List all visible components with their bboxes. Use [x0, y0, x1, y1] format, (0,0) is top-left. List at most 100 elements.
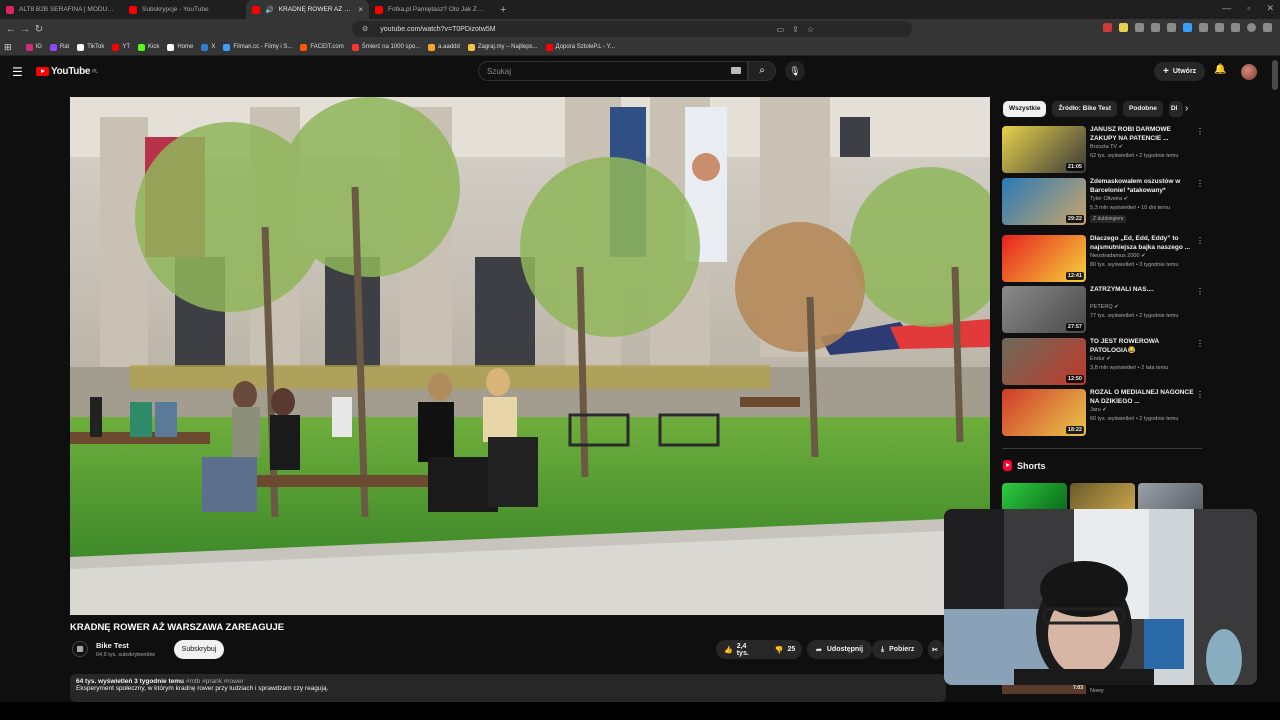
chip-all[interactable]: Wszystkie: [1003, 101, 1047, 117]
description-box[interactable]: 64 tys. wyświetleń 3 tygodnie temu #mtb …: [70, 674, 946, 702]
recommended-video[interactable]: 27:57 ZATRZYMALI NAS.... PETERQ ✔ 77 tys. w…: [1002, 286, 1204, 334]
minimize-icon[interactable]: —: [1222, 3, 1231, 14]
bookmark-item[interactable]: Filman.cc - Filmy i S...: [223, 43, 292, 51]
new-tab-icon[interactable]: +: [492, 4, 514, 16]
close-window-icon[interactable]: ✕: [1266, 3, 1274, 14]
recommended-channel[interactable]: Tyler Oliveira ✔: [1090, 196, 1128, 202]
short-thumbnail[interactable]: [1070, 483, 1135, 511]
chip-source[interactable]: Źródło: Bike Test: [1052, 101, 1118, 117]
more-actions-icon[interactable]: ⋮: [1196, 236, 1204, 245]
recommended-channel[interactable]: Neostradamus 2000 ✔: [1090, 253, 1146, 259]
extension-icon[interactable]: [1135, 23, 1144, 32]
dislike-button[interactable]: 👎 25: [767, 640, 804, 659]
more-actions-icon[interactable]: ⋮: [1196, 390, 1204, 399]
search-button[interactable]: ⌕: [748, 61, 776, 81]
sidebar-panel-icon[interactable]: [1215, 23, 1224, 32]
video-player[interactable]: [70, 97, 990, 615]
browser-tab-active[interactable]: 🔊 KRADNĘ ROWER AŻ WARSZA ×: [246, 0, 369, 19]
more-actions-icon[interactable]: ⋮: [1196, 287, 1204, 296]
guide-menu-icon[interactable]: ☰: [12, 65, 23, 79]
bookmark-item[interactable]: YT: [112, 43, 130, 51]
bookmark-item[interactable]: FACEIT.com: [300, 43, 344, 51]
bookmark-item[interactable]: Home: [167, 43, 193, 51]
bookmark-item[interactable]: IG: [25, 43, 42, 51]
video-thumbnail[interactable]: 27:57: [1002, 286, 1086, 333]
chip-similar[interactable]: Podobne: [1123, 101, 1163, 117]
more-actions-icon[interactable]: ⋮: [1196, 339, 1204, 348]
short-thumbnail[interactable]: [1002, 483, 1067, 511]
recommended-title[interactable]: Dlaczego „Ed, Edd, Eddy” to najsmutniejs…: [1090, 235, 1194, 252]
more-actions-icon[interactable]: ⋮: [1196, 127, 1204, 136]
like-button[interactable]: 👍 2,4 tys.: [716, 640, 757, 659]
bookmark-item[interactable]: TikTok: [77, 43, 104, 51]
recommended-title[interactable]: JANUSZ ROBI DARMOWE ZAKUPY NA PATENCIE .…: [1090, 126, 1194, 143]
recommended-title[interactable]: RÓŻAL O MEDIALNEJ NAGONCE NA DZIKIEGO ..…: [1090, 389, 1194, 406]
page-scrollbar[interactable]: [1272, 60, 1278, 700]
share-icon[interactable]: ⇪: [792, 25, 799, 34]
video-thumbnail[interactable]: 29:22: [1002, 178, 1086, 225]
voice-search-button[interactable]: 🎙: [785, 61, 805, 81]
extension-icon[interactable]: [1151, 23, 1160, 32]
more-actions-icon[interactable]: ⋮: [1196, 179, 1204, 188]
recommended-video[interactable]: 12:41 Dlaczego „Ed, Edd, Eddy” to najsmut…: [1002, 235, 1204, 283]
extension-icon[interactable]: [1167, 23, 1176, 32]
short-thumbnail[interactable]: [1138, 483, 1203, 511]
bookmark-item[interactable]: Zagraj.my – Najlleps...: [467, 43, 538, 51]
site-info-icon[interactable]: ⚙: [362, 25, 368, 33]
close-tab-icon[interactable]: ×: [358, 5, 363, 14]
extension-icon[interactable]: [1103, 23, 1112, 32]
apps-grid-icon[interactable]: ⊞: [4, 42, 12, 53]
recommended-video[interactable]: 18:22 RÓŻAL O MEDIALNEJ NAGONCE NA DZIKIE…: [1002, 389, 1204, 437]
bookmark-item[interactable]: Rat: [49, 43, 69, 51]
recommended-channel[interactable]: Endur ✔: [1090, 356, 1111, 362]
channel-avatar[interactable]: ▦: [72, 641, 88, 657]
recommended-title[interactable]: Zdemaskowałem oszustów w Barcelonie! *at…: [1090, 178, 1194, 195]
maximize-icon[interactable]: ▫: [1247, 3, 1250, 14]
extension-icon[interactable]: [1119, 23, 1128, 32]
video-thumbnail[interactable]: 18:22: [1002, 389, 1086, 436]
recommended-video[interactable]: 12:50 TO JEST ROWEROWA PATOLOGIA😂 Endur ✔ 3…: [1002, 338, 1204, 386]
extension-icon[interactable]: [1199, 23, 1208, 32]
recommended-channel[interactable]: PETERQ ✔: [1090, 304, 1119, 310]
video-thumbnail[interactable]: 12:41: [1002, 235, 1086, 282]
recommended-video[interactable]: 21:05 JANUSZ ROBI DARMOWE ZAKUPY NA PATEN…: [1002, 126, 1204, 174]
bookmark-item[interactable]: Kick: [138, 43, 159, 51]
chip-more[interactable]: Dl: [1168, 101, 1183, 117]
back-icon[interactable]: ←: [4, 24, 18, 35]
recommended-channel[interactable]: Brzozta TV ✔: [1090, 144, 1123, 150]
create-button[interactable]: + Utwórz: [1154, 62, 1206, 81]
channel-name[interactable]: Bike Test: [96, 641, 129, 650]
extension-icon[interactable]: [1183, 23, 1192, 32]
reload-icon[interactable]: ↻: [32, 24, 46, 35]
browser-tab[interactable]: ALT8 B2B SERAFINA | MODUŁ AR: [0, 0, 123, 19]
install-app-icon[interactable]: ▭: [777, 25, 785, 34]
scrollbar-thumb[interactable]: [1272, 60, 1278, 90]
search-input[interactable]: Szukaj: [478, 61, 748, 81]
keyboard-icon[interactable]: [731, 67, 741, 74]
youtube-logo[interactable]: YouTube PL: [36, 66, 98, 77]
hashtags[interactable]: #mtb #prank #rower: [186, 678, 244, 685]
subscribe-button[interactable]: Subskrybuj: [174, 640, 224, 659]
account-avatar[interactable]: [1241, 64, 1257, 80]
recommended-channel[interactable]: Jaru ✔: [1090, 407, 1107, 413]
browser-tab[interactable]: Fotka.pl Pamiętasz? Oto Jak Zarobił: [369, 0, 492, 19]
short-video-thumbnail[interactable]: 7:03: [1002, 684, 1086, 694]
video-thumbnail[interactable]: 12:50: [1002, 338, 1086, 385]
video-thumbnail[interactable]: 21:05: [1002, 126, 1086, 173]
download-button[interactable]: ⤓ Pobierz: [872, 640, 924, 659]
notifications-bell-icon[interactable]: 🔔: [1214, 64, 1226, 75]
bookmark-item[interactable]: Дорога SztoleP.L - Y...: [545, 43, 615, 51]
recommended-video[interactable]: 29:22 Zdemaskowałem oszustów w Barcelonie…: [1002, 178, 1204, 226]
recommended-title[interactable]: ZATRZYMALI NAS....: [1090, 286, 1194, 295]
downloads-icon[interactable]: [1231, 23, 1240, 32]
bookmark-star-icon[interactable]: ☆: [807, 25, 814, 34]
address-bar[interactable]: ⚙ youtube.com/watch?v=T0PDizotw5M ▭ ⇪ ☆: [352, 21, 912, 37]
share-button[interactable]: ➦ Udostępnij: [807, 640, 873, 659]
forward-icon[interactable]: →: [18, 24, 32, 35]
browser-menu-icon[interactable]: [1263, 23, 1272, 32]
profile-icon[interactable]: [1247, 23, 1256, 32]
audio-playing-icon[interactable]: 🔊: [265, 6, 274, 14]
bookmark-item[interactable]: Śmierć na 1000 spo...: [351, 43, 420, 51]
chevron-right-icon[interactable]: ›: [1185, 103, 1188, 114]
recommended-title[interactable]: TO JEST ROWEROWA PATOLOGIA😂: [1090, 338, 1194, 355]
